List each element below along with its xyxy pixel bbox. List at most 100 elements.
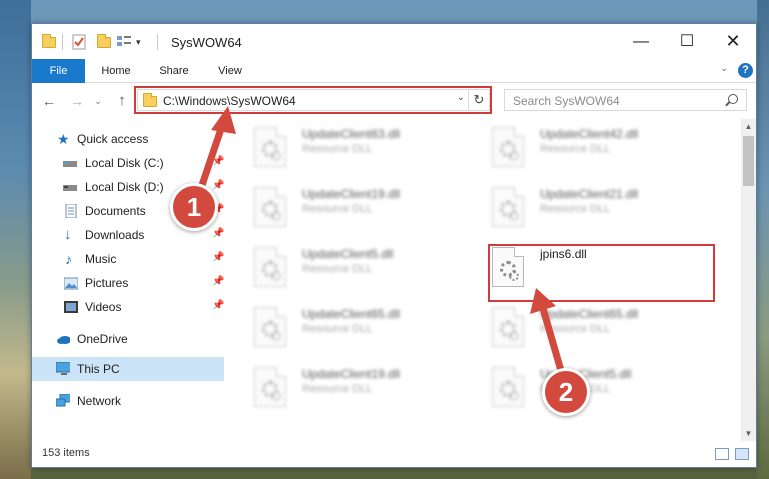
customize-toolbar-icon[interactable] [116, 35, 132, 49]
sidebar-item-this-pc[interactable]: This PC [32, 357, 224, 381]
back-arrow-icon[interactable]: ← [39, 91, 59, 111]
file-item[interactable]: UpdateClient19.dll Resource DLL [230, 361, 450, 421]
details-view-icon[interactable] [715, 448, 729, 460]
step-badge-1: 1 [170, 183, 218, 231]
up-arrow-icon[interactable]: ↑ [112, 91, 132, 111]
quick-access-dropdown-icon[interactable]: ▾ [136, 37, 141, 48]
file-name: UpdateClient5.dll [302, 247, 394, 261]
sidebar-item-label: Local Disk (D:) [85, 180, 164, 194]
tab-share[interactable]: Share [150, 59, 198, 83]
forward-arrow-icon[interactable]: → [67, 91, 87, 111]
navigation-pane: ★ Quick access Local Disk (C:) 📌 Local D… [32, 121, 228, 436]
toolbar-separator [62, 34, 63, 50]
file-item[interactable]: UpdateClient65.dll Resource DLL [468, 301, 688, 361]
file-type: Resource DLL [540, 203, 611, 215]
file-type: Resource DLL [540, 323, 611, 335]
sidebar-item-videos[interactable]: Videos 📌 [32, 295, 224, 319]
computer-icon [56, 362, 70, 375]
sidebar-item-music[interactable]: ♪ Music 📌 [32, 247, 224, 271]
new-folder-icon[interactable] [97, 34, 111, 48]
toolbar-separator [157, 34, 158, 50]
file-highlight-box [488, 244, 715, 302]
file-list: UpdateClient63.dll Resource DLL UpdateCl… [230, 121, 740, 436]
sidebar-item-local-disk-c[interactable]: Local Disk (C:) 📌 [32, 151, 224, 175]
pin-icon: 📌 [212, 156, 225, 167]
pin-icon: 📌 [212, 252, 225, 263]
help-icon[interactable]: ? [738, 63, 753, 78]
sidebar-item-label: Quick access [77, 132, 149, 146]
file-type: Resource DLL [302, 383, 373, 395]
sidebar-item-label: Videos [85, 300, 122, 314]
folder-icon [42, 34, 56, 48]
file-item[interactable]: UpdateClient63.dll Resource DLL [230, 121, 450, 181]
music-icon: ♪ [65, 251, 72, 267]
recent-locations-icon[interactable]: ⌄ [88, 91, 108, 111]
step-badge-2: 2 [542, 368, 590, 416]
file-name: UpdateClient21.dll [540, 187, 639, 201]
videos-icon [64, 301, 78, 313]
pin-icon: 📌 [212, 180, 225, 191]
scroll-up-icon[interactable]: ▲ [741, 119, 756, 134]
file-item[interactable]: UpdateClient42.dll Resource DLL [468, 121, 688, 181]
pictures-icon [64, 277, 78, 290]
address-highlight-box [134, 86, 492, 114]
dll-file-icon [492, 187, 524, 227]
file-name: UpdateClient65.dll [302, 307, 401, 321]
file-item[interactable]: UpdateClient21.dll Resource DLL [468, 181, 688, 241]
expand-ribbon-icon[interactable]: ⌄ [720, 63, 728, 74]
sidebar-item-label: Music [85, 252, 117, 266]
dll-file-icon [254, 247, 286, 287]
item-count: 153 items [42, 447, 90, 459]
dll-file-icon [254, 127, 286, 167]
sidebar-item-label: This PC [77, 362, 120, 376]
network-icon [56, 394, 70, 407]
sidebar-item-onedrive[interactable]: OneDrive [32, 327, 224, 351]
dll-file-icon [492, 307, 524, 347]
window-title: SysWOW64 [171, 35, 242, 50]
documents-icon [65, 204, 77, 218]
maximize-button[interactable]: ☐ [664, 24, 710, 59]
file-name: UpdateClient19.dll [302, 367, 401, 381]
dll-file-icon [492, 367, 524, 407]
search-input[interactable]: Search SysWOW64 [504, 89, 747, 111]
close-button[interactable]: ✕ [710, 24, 756, 59]
dll-file-icon [492, 127, 524, 167]
file-name: UpdateClient63.dll [302, 127, 401, 141]
tab-home[interactable]: Home [92, 59, 140, 83]
file-name: UpdateClient65.dll [540, 307, 639, 321]
file-item[interactable]: UpdateClient19.dll Resource DLL [230, 181, 450, 241]
file-name: UpdateClient42.dll [540, 127, 639, 141]
sidebar-item-label: Local Disk (C:) [85, 156, 164, 170]
properties-icon[interactable] [72, 34, 87, 50]
download-icon: ↓ [64, 226, 72, 243]
sidebar-item-network[interactable]: Network [32, 389, 224, 413]
address-row: ← → ⌄ ↑ C:\Windows\SysWOW64 ⌄ ↻ Search S… [32, 84, 756, 118]
drive-icon [63, 161, 77, 167]
tab-view[interactable]: View [208, 59, 252, 83]
file-item[interactable]: UpdateClient5.dll Resource DLL [230, 241, 450, 301]
large-icons-view-icon[interactable] [735, 448, 749, 460]
dll-file-icon [254, 307, 286, 347]
search-placeholder: Search SysWOW64 [513, 94, 620, 108]
cloud-icon [57, 336, 70, 344]
sidebar-item-label: Pictures [85, 276, 129, 290]
scroll-thumb[interactable] [743, 136, 754, 186]
file-item[interactable]: UpdateClient65.dll Resource DLL [230, 301, 450, 361]
vertical-scrollbar[interactable]: ▲ ▼ [741, 119, 756, 441]
minimize-button[interactable]: — [618, 24, 664, 59]
file-explorer-window: ▾ SysWOW64 — ☐ ✕ File Home Share View ⌄ … [31, 23, 757, 468]
pin-icon: 📌 [212, 300, 225, 311]
tab-file[interactable]: File [32, 59, 85, 83]
sidebar-item-quick-access[interactable]: ★ Quick access [32, 127, 224, 151]
dll-file-icon [254, 187, 286, 227]
sidebar-item-pictures[interactable]: Pictures 📌 [32, 271, 224, 295]
file-type: Resource DLL [302, 323, 373, 335]
star-icon: ★ [57, 131, 70, 147]
sidebar-item-label: Network [77, 394, 122, 408]
file-type: Resource DLL [302, 263, 373, 275]
dll-file-icon [254, 367, 286, 407]
file-type: Resource DLL [302, 143, 373, 155]
search-icon[interactable] [728, 94, 738, 104]
scroll-down-icon[interactable]: ▼ [741, 426, 756, 441]
file-type: Resource DLL [540, 143, 611, 155]
